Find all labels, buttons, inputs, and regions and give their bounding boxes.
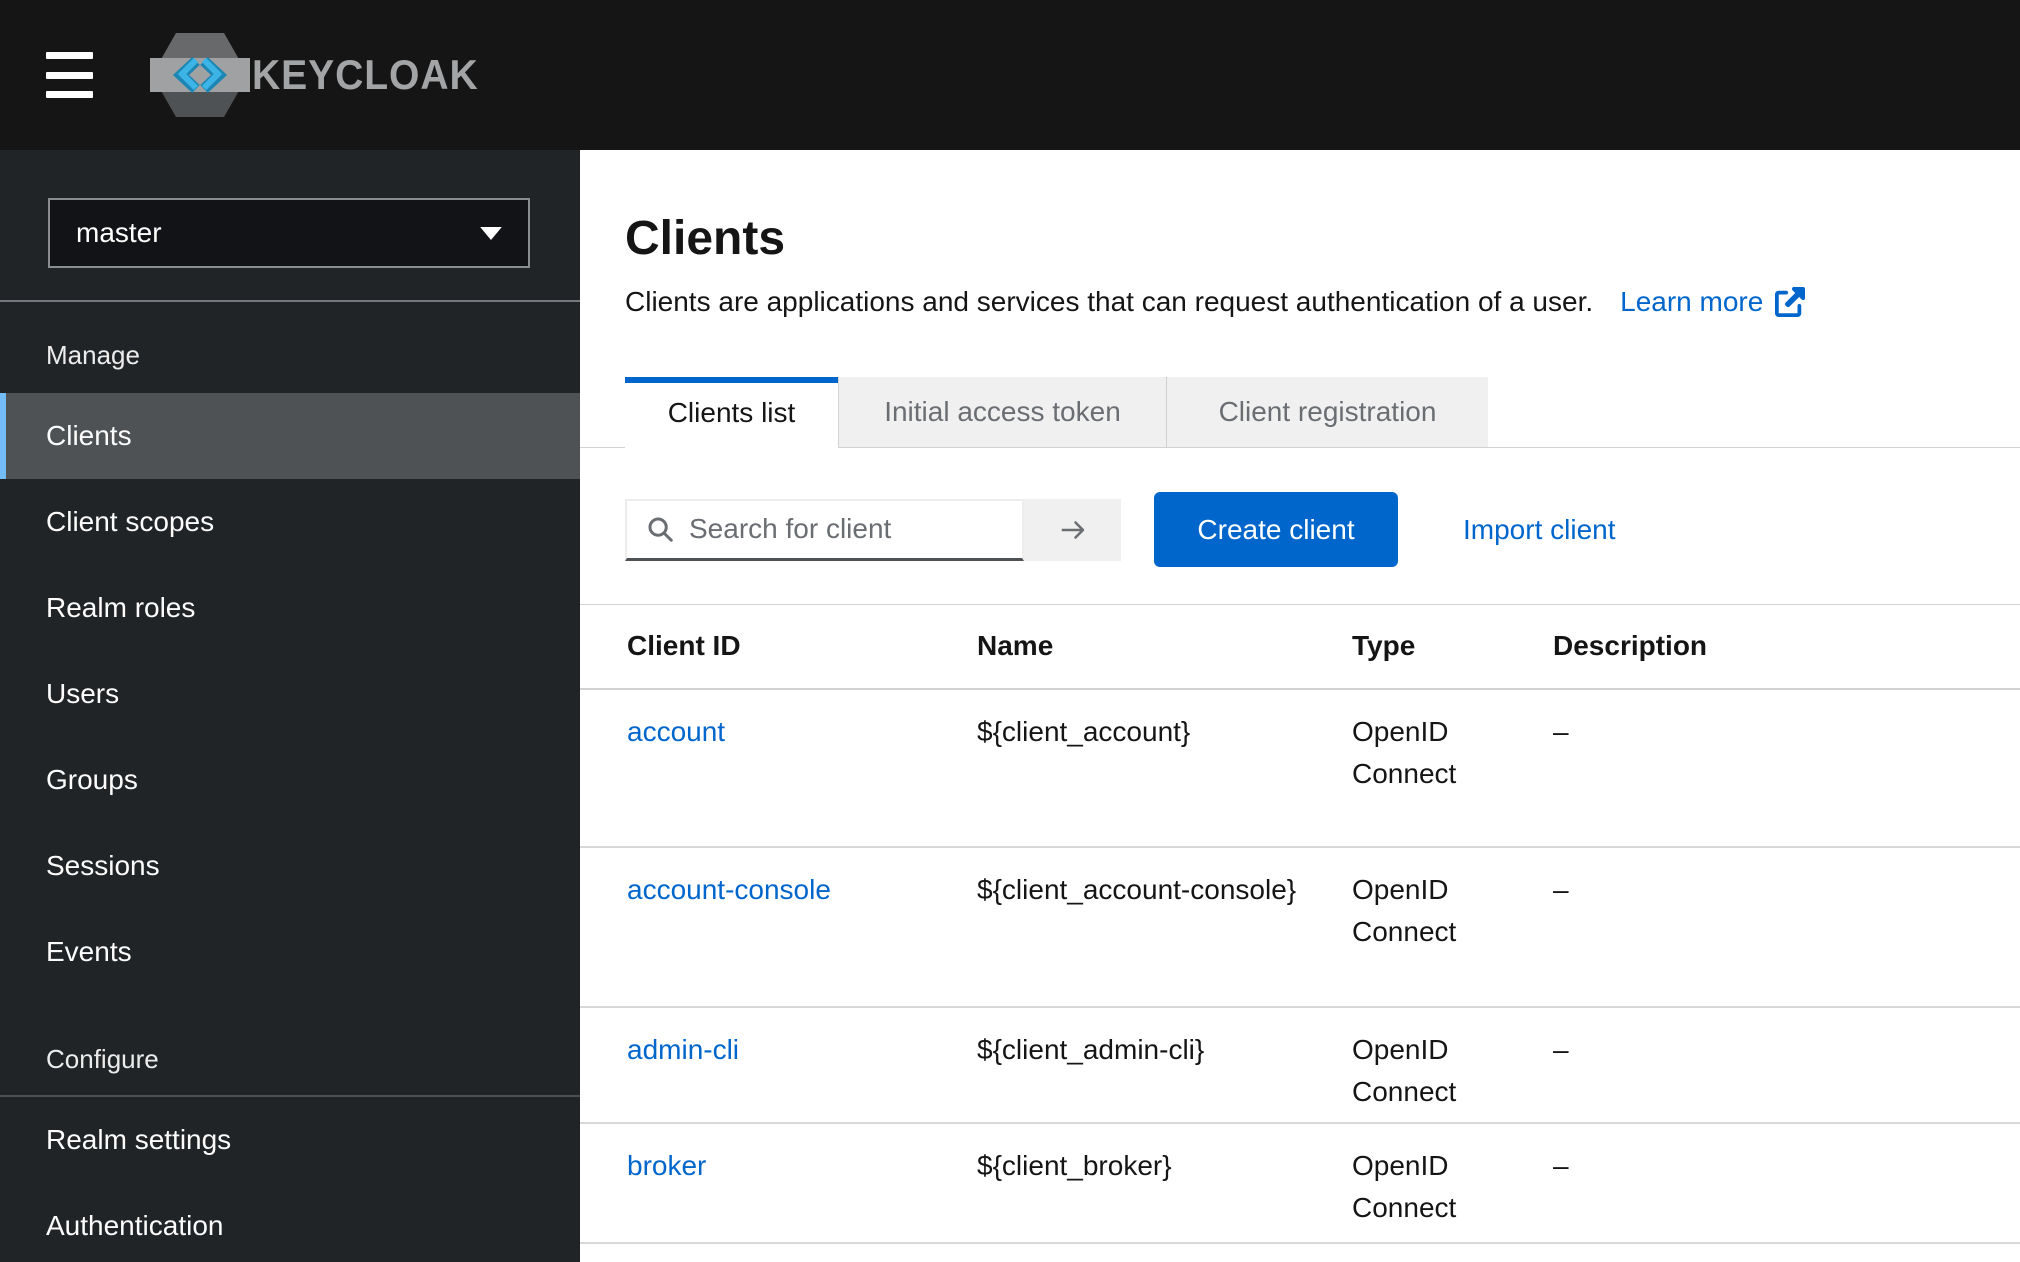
tabs: Clients list Initial access token Client… — [580, 377, 2020, 448]
table-header-row: Client ID Name Type Description — [580, 605, 2020, 689]
keycloak-logo: KEYCLOAK — [150, 27, 496, 123]
column-header-client-id: Client ID — [580, 605, 977, 689]
client-name: ${client_account-console} — [977, 847, 1352, 1007]
hamburger-icon — [46, 91, 93, 98]
nav-list-configure: Realm settings Authentication — [0, 1097, 580, 1262]
external-link-icon — [1775, 287, 1805, 317]
hamburger-icon — [46, 52, 93, 59]
sidebar-item-sessions[interactable]: Sessions — [0, 823, 580, 909]
tab-clients-list[interactable]: Clients list — [625, 377, 838, 448]
sidebar-item-groups[interactable]: Groups — [0, 737, 580, 823]
search-input[interactable] — [675, 513, 1022, 545]
nav-toggle-button[interactable] — [46, 52, 93, 98]
sidebar-item-authentication[interactable]: Authentication — [0, 1183, 580, 1262]
client-name: ${client_admin-cli} — [977, 1007, 1352, 1123]
realm-selector-dropdown[interactable]: master — [48, 198, 530, 268]
table-row: account ${client_account} OpenID Connect… — [580, 689, 2020, 847]
brand-text: KEYCLOAK — [252, 51, 479, 99]
nav-group-label-manage: Manage — [46, 341, 580, 369]
client-type: OpenID Connect — [1352, 1123, 1553, 1243]
sidebar: master Manage Clients Client scopes Real… — [0, 150, 580, 1262]
chevron-down-icon — [480, 227, 502, 240]
page-header: Clients Clients are applications and ser… — [580, 214, 2020, 320]
table-row: broker ${client_broker} OpenID Connect – — [580, 1123, 2020, 1243]
client-id-link[interactable]: account — [627, 716, 725, 747]
client-type: OpenID Connect — [1352, 689, 1553, 847]
sidebar-item-client-scopes[interactable]: Client scopes — [0, 479, 580, 565]
tab-client-registration[interactable]: Client registration — [1166, 377, 1488, 447]
import-client-link[interactable]: Import client — [1463, 514, 1616, 546]
keycloak-admin-console: KEYCLOAK master Manage Clients Client sc… — [0, 0, 2020, 1262]
sidebar-item-users[interactable]: Users — [0, 651, 580, 737]
main-content: Clients Clients are applications and ser… — [580, 150, 2020, 1262]
nav-list-manage: Clients Client scopes Realm roles Users … — [0, 393, 580, 995]
client-id-link[interactable]: broker — [627, 1150, 706, 1181]
page-subtitle: Clients are applications and services th… — [625, 284, 1593, 320]
client-type: OpenID Connect — [1352, 1007, 1553, 1123]
sidebar-item-realm-settings[interactable]: Realm settings — [0, 1097, 580, 1183]
column-header-description: Description — [1553, 605, 2020, 689]
client-id-link[interactable]: account-console — [627, 874, 831, 905]
search-box — [625, 499, 1024, 561]
search-submit-button[interactable] — [1024, 499, 1121, 561]
client-name: ${client_account} — [977, 689, 1352, 847]
toolbar: Create client Import client — [580, 492, 2020, 567]
page-title: Clients — [625, 214, 1975, 264]
learn-more-label: Learn more — [1620, 284, 1763, 320]
masthead: KEYCLOAK — [0, 0, 2020, 150]
client-description: – — [1553, 689, 2020, 847]
sidebar-item-clients[interactable]: Clients — [0, 393, 580, 479]
search-group — [625, 499, 1121, 561]
table-row: account-console ${client_account-console… — [580, 847, 2020, 1007]
keycloak-hexagon-icon — [150, 27, 250, 123]
client-id-link[interactable]: admin-cli — [627, 1034, 739, 1065]
create-client-button[interactable]: Create client — [1154, 492, 1398, 567]
sidebar-item-events[interactable]: Events — [0, 909, 580, 995]
hamburger-icon — [46, 72, 93, 79]
sidebar-item-realm-roles[interactable]: Realm roles — [0, 565, 580, 651]
current-realm: master — [76, 217, 162, 249]
arrow-right-icon — [1056, 515, 1090, 545]
column-header-name: Name — [977, 605, 1352, 689]
learn-more-link[interactable]: Learn more — [1620, 284, 1805, 320]
clients-table: Client ID Name Type Description account … — [580, 604, 2020, 1244]
table-row: admin-cli ${client_admin-cli} OpenID Con… — [580, 1007, 2020, 1123]
client-description: – — [1553, 1123, 2020, 1243]
client-description: – — [1553, 1007, 2020, 1123]
nav-group-label-configure: Configure — [46, 1045, 580, 1073]
column-header-type: Type — [1352, 605, 1553, 689]
search-icon — [645, 514, 675, 544]
client-description: – — [1553, 847, 2020, 1007]
client-type: OpenID Connect — [1352, 847, 1553, 1007]
tab-initial-access-token[interactable]: Initial access token — [838, 377, 1166, 447]
client-name: ${client_broker} — [977, 1123, 1352, 1243]
realm-selector-area: master — [0, 150, 580, 302]
